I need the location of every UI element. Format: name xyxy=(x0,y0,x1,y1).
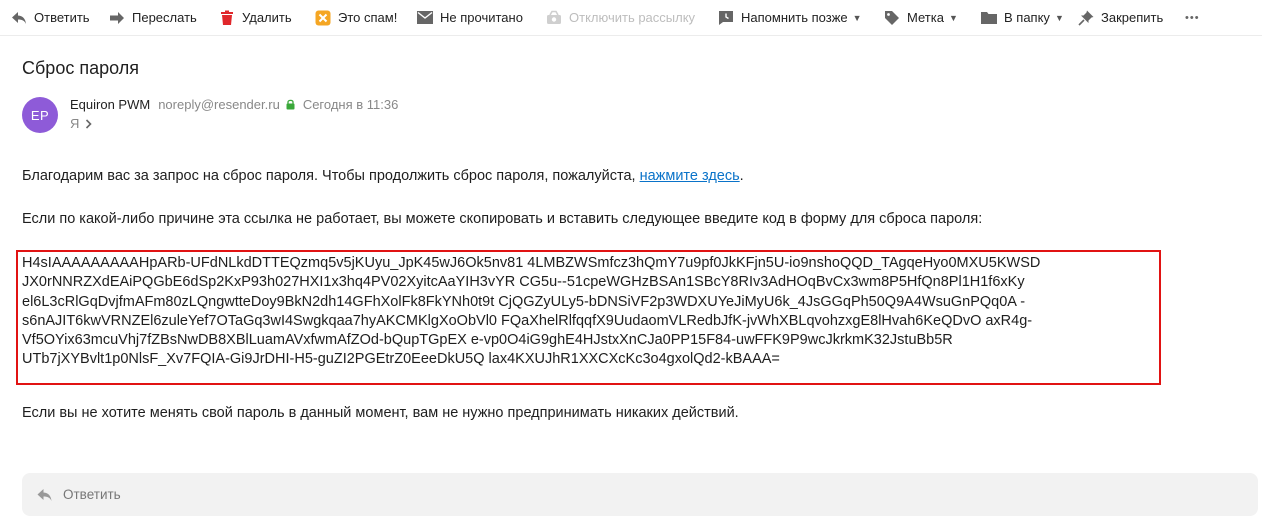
unsubscribe-icon xyxy=(545,9,563,27)
quick-reply-label: Ответить xyxy=(63,487,121,502)
unsubscribe-label: Отключить рассылку xyxy=(569,10,696,25)
reply-label: Ответить xyxy=(34,10,90,25)
forward-label: Переслать xyxy=(132,10,197,25)
reply-arrow-icon xyxy=(10,9,28,27)
label-button[interactable]: Метка ▼ xyxy=(883,0,958,35)
body-paragraph-1: Благодарим вас за запрос на сброс пароля… xyxy=(22,168,744,184)
message-toolbar: Ответить Переслать Удалить Это спам! Не … xyxy=(0,0,1262,36)
reset-password-link[interactable]: нажмите здесь xyxy=(640,168,740,184)
spam-button[interactable]: Это спам! xyxy=(314,0,397,35)
avatar[interactable]: EP xyxy=(22,97,58,133)
label-label: Метка xyxy=(907,10,944,25)
reply-button[interactable]: Ответить xyxy=(10,0,90,35)
forward-arrow-icon xyxy=(108,9,126,27)
delete-button[interactable]: Удалить xyxy=(218,0,292,35)
tag-icon xyxy=(883,9,901,27)
code-line: Vf5OYix63mcuVhj7fZBsNwDB8XBlLuamAVxfwmAf… xyxy=(22,332,953,349)
message-subject: Сброс пароля xyxy=(22,58,139,78)
forward-button[interactable]: Переслать xyxy=(108,0,197,35)
body-paragraph-2: Если по какой-либо причине эта ссылка не… xyxy=(22,211,983,227)
move-to-folder-button[interactable]: В папку ▼ xyxy=(980,0,1064,35)
body-paragraph-1-text: Благодарим вас за запрос на сброс пароля… xyxy=(22,168,640,184)
more-actions-button[interactable]: ••• xyxy=(1185,0,1200,35)
mark-unread-button[interactable]: Не прочитано xyxy=(416,0,523,35)
remind-later-label: Напомнить позже xyxy=(741,10,848,25)
sender-line: Equiron PWM noreply@resender.ru Сегодня … xyxy=(70,97,398,112)
folder-icon xyxy=(980,9,998,27)
code-line: JX0rNNRZXdEAiPQGbE6dSp2KxP93h027HXI1x3hq… xyxy=(22,274,1025,291)
remind-icon xyxy=(717,9,735,27)
mark-unread-label: Не прочитано xyxy=(440,10,523,25)
envelope-icon xyxy=(416,9,434,27)
code-line: s6nAJIT6kwVRNZEl6zuleYef7OTaGq3wI4Swgkqa… xyxy=(22,312,1033,329)
unsubscribe-button[interactable]: Отключить рассылку xyxy=(545,0,695,35)
spam-icon xyxy=(314,9,332,27)
remind-later-button[interactable]: Напомнить позже ▼ xyxy=(717,0,862,35)
recipient-name: Я xyxy=(70,116,80,131)
chevron-down-icon: ▼ xyxy=(948,12,958,23)
pin-label: Закрепить xyxy=(1101,10,1164,25)
quick-reply-bar[interactable]: Ответить xyxy=(22,473,1258,516)
chevron-right-icon xyxy=(85,118,93,129)
code-line: UTb7jXYBvlt1p0NlsF_Xv7FQIA-Gi9JrDHI-H5-g… xyxy=(22,351,780,368)
code-line: H4sIAAAAAAAAAHpARb-UFdNLkdDTTEQzmq5v5jKU… xyxy=(22,255,1041,271)
reset-code-box: H4sIAAAAAAAAAHpARb-UFdNLkdDTTEQzmq5v5jKU… xyxy=(16,250,1161,385)
delete-label: Удалить xyxy=(242,10,292,25)
pin-button[interactable]: Закрепить xyxy=(1077,0,1163,35)
spam-label: Это спам! xyxy=(338,10,398,25)
sender-name[interactable]: Equiron PWM xyxy=(70,97,150,112)
body-paragraph-1-end: . xyxy=(739,168,744,184)
avatar-initials: EP xyxy=(30,107,50,123)
reply-arrow-icon xyxy=(36,488,53,502)
trash-icon xyxy=(218,9,236,27)
message-date: Сегодня в 11:36 xyxy=(302,97,399,112)
recipient-toggle[interactable]: Я xyxy=(70,116,93,131)
pin-icon xyxy=(1077,9,1095,27)
body-paragraph-3: Если вы не хотите менять свой пароль в д… xyxy=(22,405,739,421)
lock-icon xyxy=(286,99,295,110)
chevron-down-icon: ▼ xyxy=(1054,12,1064,23)
code-line: el6L3cRlGqDvjfmAFm80zLQngwtteDoy9BkN2dh1… xyxy=(22,293,1026,310)
sender-email[interactable]: noreply@resender.ru xyxy=(158,97,280,112)
move-to-folder-label: В папку xyxy=(1004,10,1050,25)
more-icon: ••• xyxy=(1185,11,1200,24)
chevron-down-icon: ▼ xyxy=(852,12,862,23)
